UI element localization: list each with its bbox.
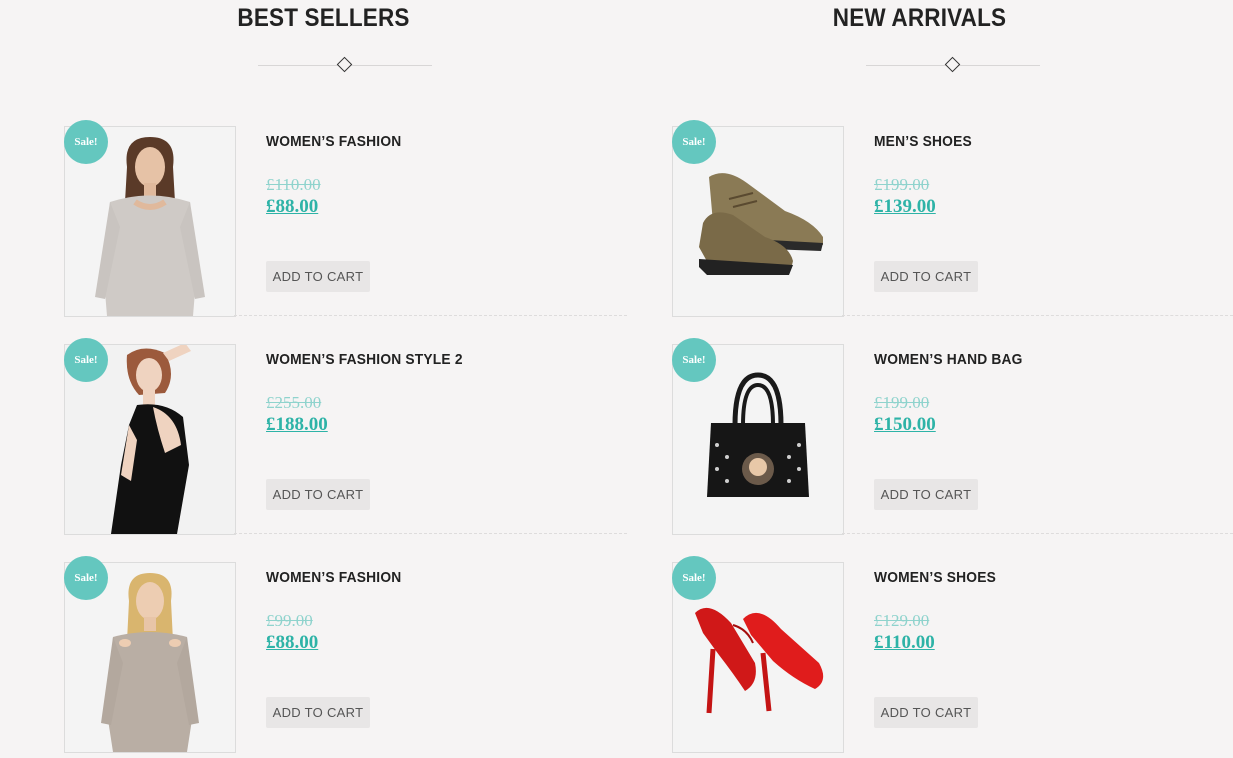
sale-badge: Sale! <box>672 120 716 164</box>
row-separator <box>842 315 1233 316</box>
old-price: £199.00 <box>874 175 930 194</box>
row-separator <box>842 533 1233 534</box>
product-card: Sale! WOMEN’S HAND BAG £199.00 £150.00 A… <box>672 338 1233 535</box>
row-separator <box>234 533 627 534</box>
old-price: £110.00 <box>266 175 321 194</box>
add-to-cart-button[interactable]: ADD TO CART <box>266 697 370 728</box>
sale-price: £139.00 <box>874 196 936 217</box>
product-card: Sale! WOMEN’S FASHION STYLE 2 £255.00 £1… <box>64 338 627 535</box>
product-name[interactable]: WOMEN’S FASHION STYLE 2 <box>266 351 463 368</box>
old-price: £129.00 <box>874 611 930 630</box>
old-price: £255.00 <box>266 393 322 412</box>
product-name[interactable]: WOMEN’S HAND BAG <box>874 351 1023 368</box>
add-to-cart-button[interactable]: ADD TO CART <box>266 261 370 292</box>
row-separator <box>234 315 627 316</box>
sale-price: £188.00 <box>266 414 328 435</box>
old-price: £99.00 <box>266 611 313 630</box>
sale-price: £88.00 <box>266 632 319 653</box>
add-to-cart-button[interactable]: ADD TO CART <box>874 479 978 510</box>
diamond-icon <box>944 56 961 73</box>
diamond-icon <box>336 56 353 73</box>
add-to-cart-button[interactable]: ADD TO CART <box>874 261 978 292</box>
title-divider <box>866 56 1040 73</box>
product-card: Sale! WOMEN’S FASHION £110.00 £88.00 ADD… <box>64 120 627 317</box>
sale-price: £150.00 <box>874 414 936 435</box>
product-name[interactable]: WOMEN’S FASHION <box>266 133 401 150</box>
add-to-cart-button[interactable]: ADD TO CART <box>266 479 370 510</box>
product-card: Sale! WOMEN’S SHOES £129.00 £110.00 ADD … <box>672 556 1233 753</box>
sale-badge: Sale! <box>64 556 108 600</box>
new-arrivals-title: NEW ARRIVALS <box>832 4 1007 32</box>
product-card: Sale! MEN’S SHOES £199.00 £139.00 ADD TO… <box>672 120 1233 317</box>
sale-price: £88.00 <box>266 196 319 217</box>
old-price: £199.00 <box>874 393 930 412</box>
product-card: Sale! WOMEN’S FASHION £99.00 £88.00 ADD … <box>64 556 627 753</box>
title-divider <box>258 56 432 73</box>
sale-badge: Sale! <box>64 120 108 164</box>
product-name[interactable]: MEN’S SHOES <box>874 133 972 150</box>
best-sellers-title: BEST SELLERS <box>237 4 410 32</box>
sale-badge: Sale! <box>64 338 108 382</box>
sale-badge: Sale! <box>672 556 716 600</box>
sale-badge: Sale! <box>672 338 716 382</box>
add-to-cart-button[interactable]: ADD TO CART <box>874 697 978 728</box>
product-name[interactable]: WOMEN’S SHOES <box>874 569 996 586</box>
product-name[interactable]: WOMEN’S FASHION <box>266 569 401 586</box>
sale-price: £110.00 <box>874 632 935 653</box>
